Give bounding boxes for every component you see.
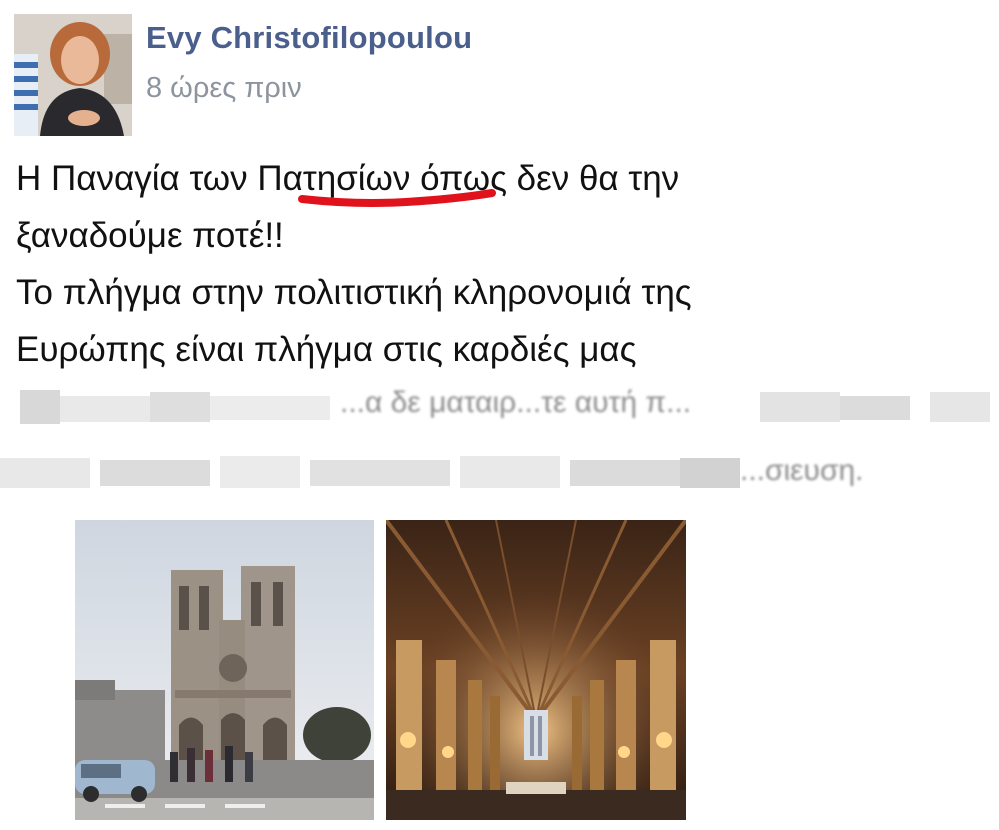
blurred-fragment-1: ...α δε ματαιρ...τε αυτή π... [340,386,692,419]
author-avatar[interactable] [14,14,132,136]
post-text-line-1-start: Η Παναγία των [16,159,258,198]
blurred-text-line-2: ...σιευση. [0,444,999,504]
photo-interior[interactable] [386,520,686,820]
notre-dame-interior-photo-icon [386,520,686,820]
notre-dame-exterior-photo-icon [75,520,374,820]
post-text-line-3: Το πλήγμα στην πολιτιστική κληρονομιά τη… [16,273,692,312]
post-text-line-4: Ευρώπης είναι πλήγμα στις καρδιές μας [16,330,637,369]
red-underline-mark [298,189,496,207]
photo-exterior[interactable] [75,520,374,820]
post-text-line-2: ξαναδούμε ποτέ!! [16,216,284,255]
blurred-fragment-2: ...σιευση. [740,454,864,487]
post-timestamp[interactable]: 8 ώρες πριν [146,72,302,105]
blurred-text-line-1: ...α δε ματαιρ...τε αυτή π... [0,378,999,438]
author-name-link[interactable]: Evy Christofilopoulou [146,20,472,56]
facebook-post: Evy Christofilopoulou 8 ώρες πριν Η Πανα… [0,0,999,830]
